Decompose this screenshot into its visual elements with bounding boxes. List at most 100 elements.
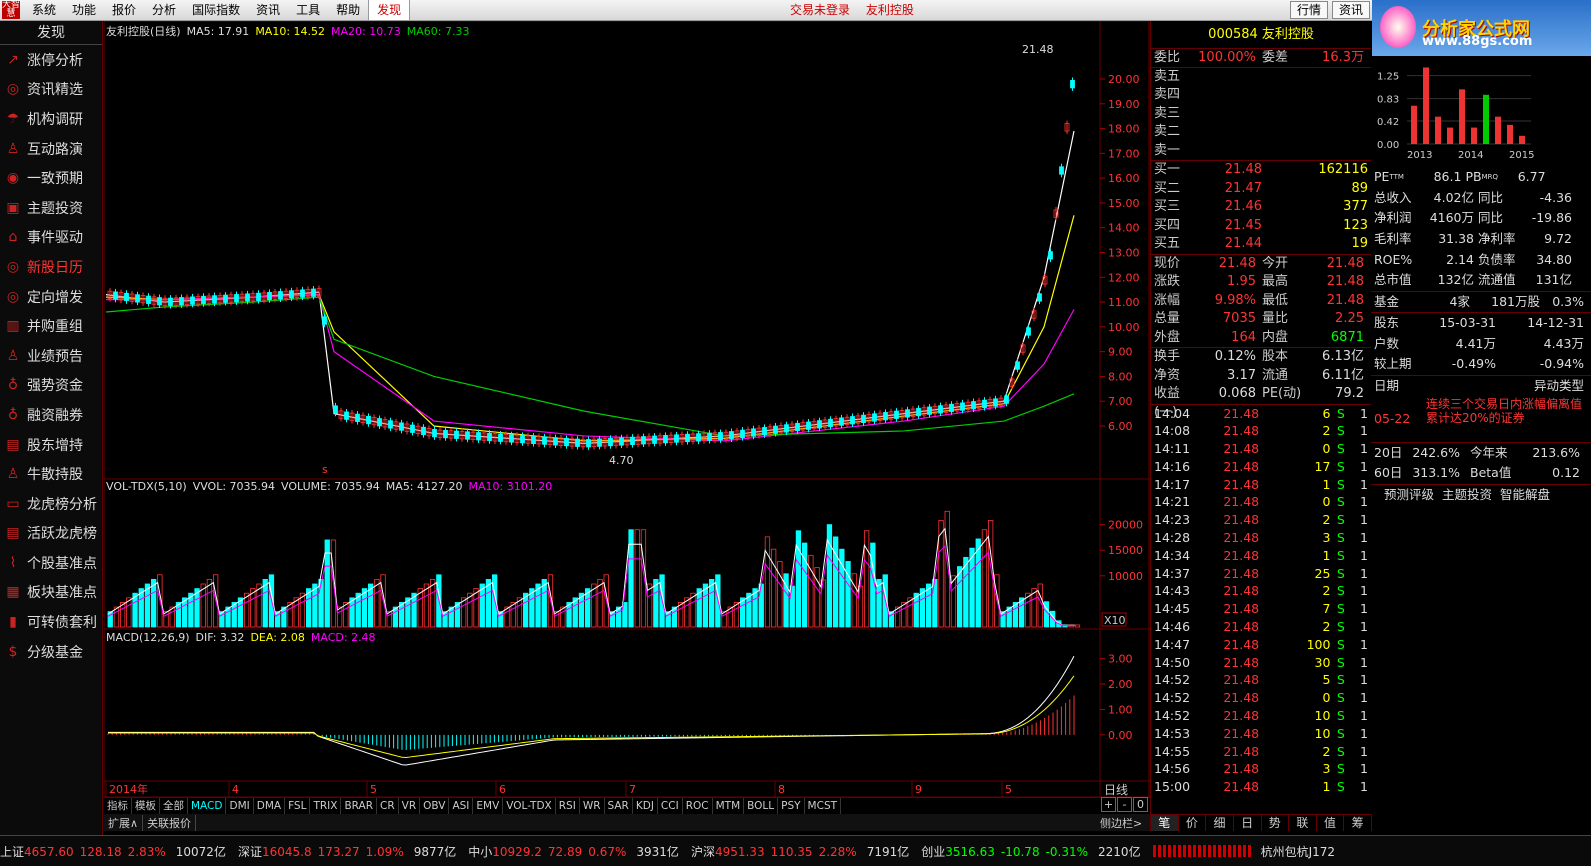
sidebar-item[interactable]: ▭ 龙虎榜分析 (0, 489, 102, 519)
sidebar-item[interactable]: ▥ 并购重组 (0, 311, 102, 341)
quote-tab[interactable]: 筹 (1344, 815, 1372, 831)
index-quote[interactable]: 沪深4951.33 110.35 2.28% 7191亿 (691, 843, 909, 860)
indicator-tab[interactable]: RSI (556, 798, 580, 814)
indicator-tab[interactable]: ROC (683, 798, 713, 814)
indicator-tab[interactable]: KDJ (633, 798, 658, 814)
sidebar-item[interactable]: ▦ 板块基准点 (0, 578, 102, 608)
sidebar-item[interactable]: ☂ 机构调研 (0, 104, 102, 134)
indicator-tab[interactable]: VOL-TDX (503, 798, 556, 814)
sidebar-item[interactable]: ♙ 互动路演 (0, 134, 102, 164)
indicator-tab[interactable]: OBV (420, 798, 450, 814)
indicator-tab[interactable]: TRIX (310, 798, 342, 814)
sidebar-item[interactable]: ⌂ 事件驱动 (0, 223, 102, 253)
indicator-tab[interactable]: 模板 (132, 798, 160, 814)
indicator-tab[interactable]: EMV (473, 798, 504, 814)
sidebar-item[interactable]: ◎ 新股日历 (0, 252, 102, 282)
sidebar-item[interactable]: ↗ 涨停分析 (0, 45, 102, 75)
quote-tab[interactable]: 联 (1289, 815, 1317, 831)
indicator-tab[interactable]: DMI (226, 798, 254, 814)
quote-tab[interactable]: 值 (1317, 815, 1345, 831)
candle-body (762, 427, 767, 436)
quote-tab[interactable]: 细 (1206, 815, 1234, 831)
indicator-tab[interactable]: BOLL (744, 798, 779, 814)
finance-value: 9.72 (1544, 231, 1572, 247)
sidebar-item[interactable]: ◎ 定向增发 (0, 282, 102, 312)
sidebar-item[interactable]: ▮ 可转债套利 (0, 607, 102, 637)
tick-time: 14:16 (1154, 458, 1191, 474)
kline-chart[interactable]: 20.00 19.00 18.00 17.00 16.00 15.00 14.00 13.00… (104, 21, 1150, 797)
sidebar-toggle-button[interactable]: 侧边栏> (1100, 815, 1142, 831)
indicator-tab[interactable]: PSY (778, 798, 805, 814)
indicator-tab[interactable]: 指标 (104, 798, 132, 814)
menu-function[interactable]: 功能 (64, 0, 104, 20)
indicator-tab[interactable]: ASI (449, 798, 474, 814)
indicator-tab[interactable]: MTM (713, 798, 745, 814)
stat-label: 涨跌 (1154, 274, 1181, 289)
perf-row: 20日 242.6% 今年来 213.6% (1371, 443, 1591, 464)
index-quote[interactable]: 中小10929.2 72.89 0.67% 3931亿 (468, 843, 679, 860)
event-row[interactable]: 05-22 连续三个交易日内涨幅偏离值累计达20%的证券 (1371, 397, 1591, 443)
index-quote[interactable]: 上证4657.60 128.18 2.83% 10072亿 (0, 843, 226, 860)
volume-bar (318, 578, 324, 628)
candle-body (443, 429, 448, 439)
indicator-tab[interactable]: CCI (658, 798, 683, 814)
sidebar-item[interactable]: ♙ 牛散持股 (0, 459, 102, 489)
smart-analysis-link[interactable]: 智能解盘 (1500, 485, 1550, 506)
menu-intl-index[interactable]: 国际指数 (184, 0, 248, 20)
zoom-out-button[interactable]: - (1117, 797, 1132, 812)
theme-invest-link[interactable]: 主题投资 (1442, 485, 1492, 506)
indicator-tab[interactable]: SAR (605, 798, 633, 814)
menu-help[interactable]: 帮助 (328, 0, 368, 20)
related-quote-tab[interactable]: 关联报价 (143, 814, 197, 831)
indicator-tab[interactable]: 全部 (160, 798, 188, 814)
indicator-tab[interactable]: WR (580, 798, 605, 814)
stat-value: 6.13亿 (1322, 349, 1364, 364)
indicator-tab[interactable]: FSL (285, 798, 311, 814)
menu-quote[interactable]: 报价 (104, 0, 144, 20)
sidebar-item[interactable]: ⌇ 个股基准点 (0, 548, 102, 578)
sidebar-item[interactable]: ♁ 融资融券 (0, 400, 102, 430)
news-button[interactable]: 资讯 (1332, 1, 1371, 19)
quote-tab[interactable]: 日 (1234, 815, 1262, 831)
period-label[interactable]: 日线 (1104, 781, 1128, 798)
tick-list[interactable]: 14:04 21.48 6 S 1 14:08 21.48 2 S 1 14:11 21.48 0 S 1 1… (1151, 405, 1371, 797)
sidebar-item[interactable]: ▤ 股东增持 (0, 430, 102, 460)
quote-tab[interactable]: 笔 (1151, 815, 1179, 831)
zoom-in-button[interactable]: + (1101, 797, 1116, 812)
menu-system[interactable]: 系统 (24, 0, 64, 20)
zoom-reset-button[interactable]: 0 (1133, 797, 1148, 812)
quote-tab[interactable]: 价 (1179, 815, 1207, 831)
menu-analysis[interactable]: 分析 (144, 0, 184, 20)
briefcase-icon: ▭ (6, 495, 20, 512)
indicator-tab[interactable]: MACD (188, 798, 227, 814)
tick-row: 14:17 21.48 1 S 1 (1151, 476, 1371, 494)
sidebar-item[interactable]: $ 分级基金 (0, 637, 102, 667)
sidebar-item[interactable]: ◎ 资讯精选 (0, 75, 102, 105)
index-quote[interactable]: 创业3516.63 -10.78 -0.31% 2210亿 (921, 843, 1140, 860)
tick-row: 14:34 21.48 1 S 1 (1151, 547, 1371, 565)
sidebar-item[interactable]: ♁ 强势资金 (0, 371, 102, 401)
forecast-rating-link[interactable]: 预测评级 (1384, 485, 1434, 506)
sidebar-item[interactable]: ▤ 活跃龙虎榜 (0, 519, 102, 549)
sidebar-item[interactable]: ▣ 主题投资 (0, 193, 102, 223)
indicator-tabbar: 指标 模板 全部 MACD DMI DMA FSL TRIX BRAR CR VR OBV ASI EMV… (104, 797, 1150, 814)
menu-tools[interactable]: 工具 (288, 0, 328, 20)
indicator-tab[interactable]: CR (377, 798, 399, 814)
menu-discover[interactable]: 发现 (368, 0, 411, 20)
indicator-tab[interactable]: DMA (254, 798, 286, 814)
mini-bar (1519, 135, 1525, 144)
expand-tab[interactable]: 扩展∧ (104, 814, 144, 831)
chart-canvas[interactable]: 20.00 19.00 18.00 17.00 16.00 15.00 14.00 13.00… (104, 21, 1150, 797)
market-button[interactable]: 行情 (1290, 1, 1329, 19)
sidebar-item[interactable]: ♙ 业绩预告 (0, 341, 102, 371)
indicator-tab[interactable]: BRAR (341, 798, 377, 814)
sidebar-item[interactable]: ◉ 一致预期 (0, 163, 102, 193)
indicator-tab[interactable]: VR (399, 798, 421, 814)
sidebar-item-label: 分级基金 (27, 644, 83, 661)
trade-login-status[interactable]: 交易未登录 (790, 3, 850, 17)
indicator-tab[interactable]: MCST (805, 798, 842, 814)
index-quote[interactable]: 深证16045.8 173.27 1.09% 9877亿 (238, 843, 456, 860)
quote-tab[interactable]: 势 (1262, 815, 1290, 831)
current-stock-link[interactable]: 友利控股 (866, 3, 914, 17)
menu-news[interactable]: 资讯 (248, 0, 288, 20)
